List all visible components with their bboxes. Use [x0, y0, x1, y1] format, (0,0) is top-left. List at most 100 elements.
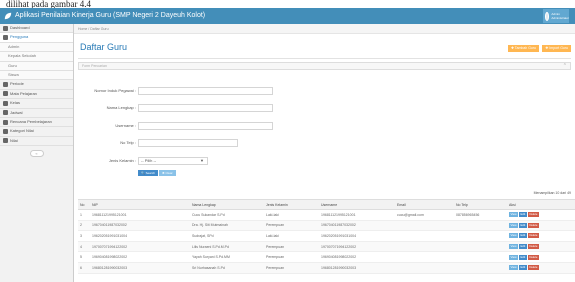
view-button[interactable]: View [509, 265, 519, 271]
sidebar-item-nilai[interactable]: Nilai [0, 137, 73, 147]
book-icon [3, 91, 8, 97]
column-header[interactable]: No [78, 199, 90, 210]
view-button[interactable]: View [509, 244, 519, 250]
table-cell: 196704011987032002 [319, 220, 395, 232]
table-cell: Yayah Suryani S.Pd.MM [190, 251, 264, 263]
column-header[interactable]: Username [319, 199, 395, 210]
edit-button[interactable]: Edit [519, 233, 527, 239]
table-cell: 2 [78, 220, 90, 232]
edit-button[interactable]: Edit [519, 222, 527, 228]
table-cell: 196202051991031004 [319, 230, 395, 242]
edit-button[interactable]: Edit [519, 244, 527, 250]
delete-button[interactable]: Delete [527, 212, 539, 218]
import-teacher-button[interactable]: ✚ Import Guru [542, 45, 571, 52]
delete-button[interactable]: Delete [527, 233, 539, 239]
table-cell: 196704011987032002 [90, 220, 190, 232]
sidebar-item-label: Kelas [10, 100, 21, 106]
table-cell [454, 241, 507, 253]
sidebar-item-rencana-pembelajaran[interactable]: Rencana Pembelajaran [0, 118, 73, 128]
phone-label: No Telp : [120, 140, 136, 145]
search-label: Search [145, 171, 156, 175]
name-input[interactable] [138, 104, 273, 112]
view-button[interactable]: View [509, 212, 519, 218]
clear-button[interactable]: ✖ Clear [159, 170, 176, 176]
app-brand[interactable]: Aplikasi Penilaian Kinerja Guru (SMP Neg… [4, 11, 205, 21]
edit-button[interactable]: Edit [519, 254, 527, 260]
nip-label: Nomor Induk Pegawai : [94, 88, 136, 93]
page-info: Menampilkan 10 dari 49 [533, 191, 571, 195]
sidebar-item-kategori-nilai[interactable]: Kategori Nilai [0, 127, 73, 137]
gender-label: Jenis Kelamin : [108, 158, 136, 163]
row-actions: View Edit Delete [507, 251, 575, 263]
table-cell: Perempuan [264, 241, 319, 253]
view-button[interactable]: View [509, 233, 519, 239]
column-header[interactable]: NIP [90, 199, 190, 210]
row-actions: View Edit Delete [507, 241, 575, 253]
table-cell: Sudrajat, SPd [190, 230, 264, 242]
username-input[interactable] [138, 122, 273, 130]
column-header[interactable]: Email [395, 199, 454, 210]
page-title: Daftar Guru [80, 42, 128, 52]
avatar [545, 11, 550, 21]
gender-selected: -- Pilih -- [141, 158, 157, 163]
sidebar-item-jadwal[interactable]: Jadwal [0, 109, 73, 118]
document-caption: dilihat pada gambar 4.4 [6, 0, 91, 8]
table-cell: 196811121995121001 [90, 209, 190, 221]
table-cell [395, 230, 454, 242]
column-header[interactable]: Jenis Kelamin [264, 199, 319, 210]
sidebar-item-label: Mata Pelajaran [10, 90, 37, 96]
filter-panel-header[interactable]: Form Pencarian ⌃ [78, 62, 571, 70]
sidebar-item-label: Kepala Sekolah [8, 53, 37, 59]
delete-button[interactable]: Delete [527, 244, 539, 250]
app-title: Aplikasi Penilaian Kinerja Guru (SMP Neg… [15, 12, 206, 19]
row-actions: View Edit Delete [507, 209, 575, 221]
table-cell [454, 230, 507, 242]
sidebar-item-label: Dashboard [10, 25, 30, 30]
table-cell: 087856965456 [454, 209, 507, 221]
sidebar-item-label: Nilai [10, 137, 18, 143]
edit-button[interactable]: Edit [519, 265, 527, 271]
sidebar-item-guru[interactable]: Guru [0, 61, 73, 71]
sidebar-item-label: Pengguna [10, 34, 29, 40]
user-menu[interactable]: Admin Administrator [543, 9, 569, 23]
search-button[interactable]: 🔍 Search [138, 170, 159, 176]
sidebar-item-siswa[interactable]: Siswa [0, 70, 73, 81]
sidebar-item-admin[interactable]: Admin [0, 42, 73, 53]
view-button[interactable]: View [509, 222, 519, 228]
category-icon [3, 128, 8, 134]
sidebar-item-kelas[interactable]: Kelas [0, 99, 73, 109]
edit-button[interactable]: Edit [519, 212, 527, 218]
leaf-icon [4, 12, 12, 20]
sidebar-item-dashboard[interactable]: Dashboard [0, 24, 73, 34]
sidebar-item-label: Admin [8, 43, 20, 49]
phone-input[interactable] [138, 139, 238, 147]
table-cell: 196811121995121001 [319, 209, 395, 221]
nip-input[interactable] [138, 87, 273, 95]
column-header[interactable]: Nama Lengkap [190, 199, 264, 210]
table-cell: 3 [78, 230, 90, 242]
add-teacher-button[interactable]: ✚ Tambah Guru [507, 45, 539, 52]
sidebar-item-periode[interactable]: Periode [0, 80, 73, 90]
filter-panel-title: Form Pencarian [82, 64, 107, 68]
sidebar-item-pengguna[interactable]: Pengguna [0, 33, 73, 43]
column-header[interactable]: Aksi [507, 199, 575, 210]
table-cell: 196202051991031004 [90, 230, 190, 242]
sidebar-item-mata-pelajaran[interactable]: Mata Pelajaran [0, 90, 73, 100]
chevron-up-icon[interactable]: ⌃ [563, 63, 567, 69]
delete-button[interactable]: Delete [527, 222, 539, 228]
delete-button[interactable]: Delete [527, 265, 539, 271]
teacher-table: No NIP Nama Lengkap Jenis Kelamin Username Em… [78, 199, 575, 274]
row-actions: View Edit Delete [507, 220, 575, 232]
table-row: 5 196904081998022002 Yayah Suryani S.Pd.MM… [78, 251, 575, 263]
column-header[interactable]: No Telp [454, 199, 507, 210]
sidebar-collapse-icon[interactable]: « [29, 150, 44, 158]
table-cell: 6 [78, 262, 90, 274]
add-teacher-label: Tambah Guru [514, 46, 536, 50]
sidebar-item-kepala-sekolah[interactable]: Kepala Sekolah [0, 52, 73, 62]
gender-select[interactable]: -- Pilih -- ▼ [138, 157, 208, 165]
view-button[interactable]: View [509, 254, 519, 260]
table-cell [454, 262, 507, 274]
table-cell: 196801281990032003 [90, 262, 190, 274]
delete-button[interactable]: Delete [527, 254, 539, 260]
table-cell [454, 251, 507, 263]
